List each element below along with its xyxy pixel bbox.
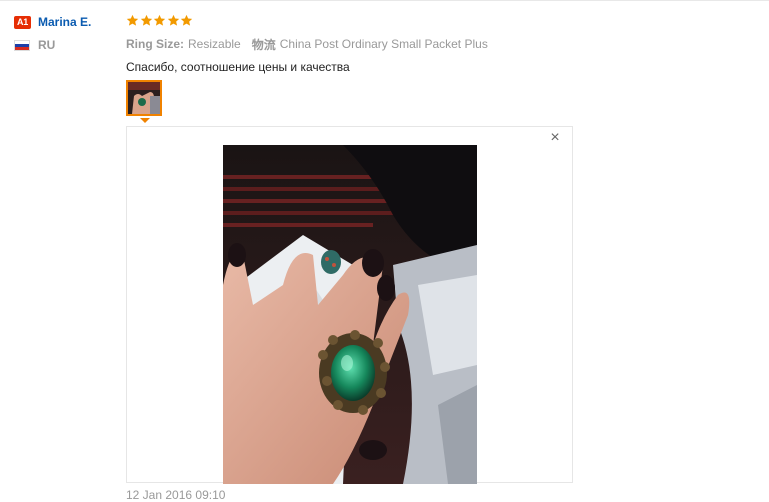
star-icon [126,14,139,26]
top-divider [0,0,769,1]
review-text: Спасибо, соотношение цены и качества [126,60,350,74]
attr-value-shipping: China Post Ordinary Small Packet Plus [279,37,488,51]
reviewer-row: A1 Marina E. [14,14,114,30]
star-icon [140,14,152,26]
review-body: Ring Size: Resizable 物流 China Post Ordin… [126,14,766,502]
star-rating [126,14,766,30]
attr-value-ring-size: Resizable [188,37,241,51]
attr-key-ring-size: Ring Size: [126,37,185,51]
ring-on-hand-photo [223,145,477,484]
thumbnail-image [128,82,160,114]
photo-viewer: × [126,126,573,484]
russia-flag-icon [14,39,30,51]
thumbnail-selected-arrow [140,118,150,123]
close-viewer-button[interactable]: × [548,130,562,146]
purchase-attributes: Ring Size: Resizable 物流 China Post Ordin… [126,36,766,52]
country-code: RU [38,38,56,52]
review-photo[interactable] [223,145,477,484]
star-icon [153,14,166,26]
star-icon [167,14,179,26]
attr-key-shipping: 物流 [251,37,276,52]
star-icon [180,14,193,26]
reviewer-country: RU [14,38,114,52]
buyer-level-badge: A1 [14,15,31,29]
reviewer-info: A1 Marina E. RU [14,14,114,52]
review-date: 12 Jan 2016 09:10 [126,488,226,502]
reviewer-name-link[interactable]: Marina E. [38,15,91,29]
review-photo-thumbnail[interactable] [126,80,162,116]
